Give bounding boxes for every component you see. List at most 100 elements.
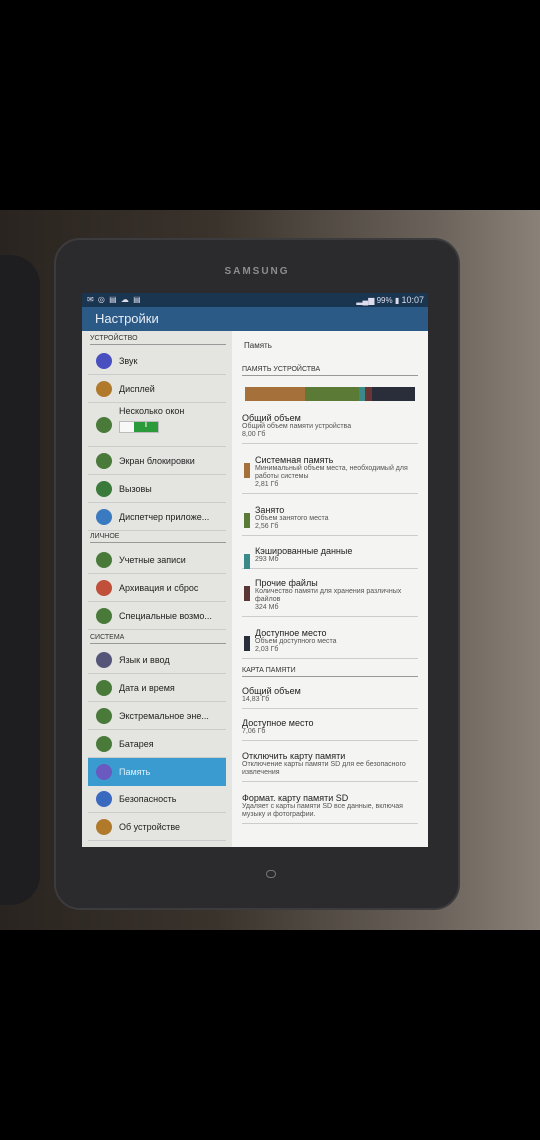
storage-item[interactable]: Занято Объем занятого места 2,56 Гб <box>242 505 418 536</box>
usage-segment-system <box>245 387 305 401</box>
item-description: Объем доступного места <box>255 638 337 645</box>
sidebar-item-label: Несколько окон <box>119 406 185 416</box>
sidebar-item-label: Язык и ввод <box>119 655 170 665</box>
volume-icon <box>96 353 112 369</box>
sidebar-section-header: ЛИЧНОЕ <box>90 533 226 543</box>
sidebar-item[interactable]: Память <box>88 758 226 786</box>
item-description: Минимальный объем места, необходимый для… <box>255 465 408 480</box>
storage-item[interactable]: Прочие файлы Количество памяти для хранен… <box>242 578 418 617</box>
sidebar-item[interactable]: Диспетчер приложе... <box>88 503 226 531</box>
signal-icon: ▂▄▆ <box>356 296 377 305</box>
multi-window-icon <box>96 417 112 433</box>
battery-icon <box>96 736 112 752</box>
sidebar-item[interactable]: Вызовы <box>88 475 226 503</box>
storage-item[interactable]: Отключить карту памяти Отключение карты п… <box>242 751 418 782</box>
storage-item[interactable]: Доступное место Объем доступного места 2,0… <box>242 628 418 659</box>
power-saving-icon <box>96 708 112 724</box>
sidebar-item[interactable]: Экран блокировки <box>88 447 226 475</box>
item-value: 2,81 Гб <box>255 481 279 488</box>
multi-window-toggle[interactable]: I <box>119 421 159 433</box>
sidebar-item[interactable]: Учетные записи <box>88 546 226 574</box>
sidebar-item-label: Экстремальное эне... <box>119 711 209 721</box>
color-swatch <box>244 463 250 478</box>
sidebar-item-label: Безопасность <box>119 794 177 804</box>
color-swatch <box>244 554 250 569</box>
apps-icon <box>96 509 112 525</box>
item-value: 324 Мб <box>255 604 279 611</box>
sidebar-item[interactable]: Специальные возмо... <box>88 602 226 630</box>
sd-card-header: КАРТА ПАМЯТИ <box>242 667 418 677</box>
sidebar-item-label: Об устройстве <box>119 822 181 832</box>
info-icon <box>96 819 112 835</box>
notification-icons: ✉ ◎ ▤ ☁ ▤ <box>87 295 142 304</box>
item-value: 14,83 Гб <box>242 696 270 703</box>
usage-segment-available <box>371 387 415 401</box>
screen: ✉ ◎ ▤ ☁ ▤ ▂▄▆ 99% ▮ 10:07 Настройки УСТР… <box>82 293 428 847</box>
tablet-cover <box>0 255 40 905</box>
key-icon <box>96 552 112 568</box>
item-value: 2,56 Гб <box>255 523 279 530</box>
sidebar-item[interactable]: Звук <box>88 347 226 375</box>
sidebar-item[interactable]: Об устройстве <box>88 813 226 841</box>
sidebar-section-header: УСТРОЙСТВО <box>90 335 226 345</box>
item-value: 2,03 Гб <box>255 646 279 653</box>
item-title: Общий объем <box>242 413 301 423</box>
phone-icon <box>96 481 112 497</box>
sidebar-item[interactable]: Дата и время <box>88 674 226 702</box>
storage-item[interactable]: Формат. карту памяти SD Удаляет с карты п… <box>242 793 418 824</box>
item-title: Формат. карту памяти SD <box>242 793 349 803</box>
toggle-knob: I <box>134 422 158 432</box>
calendar-icon <box>96 680 112 696</box>
sidebar-item-label: Дисплей <box>119 384 155 394</box>
battery-level: 99% <box>376 296 393 305</box>
item-description: Отключение карты памяти SD для ее безопа… <box>242 761 406 776</box>
accessibility-icon <box>96 608 112 624</box>
sidebar-item[interactable]: Архивация и сброс <box>88 574 226 602</box>
storage-item[interactable]: Кэшированные данные 293 Мб <box>242 546 418 569</box>
action-bar: Настройки <box>82 307 428 331</box>
sidebar-item-label: Звук <box>119 356 138 366</box>
color-swatch <box>244 513 250 528</box>
item-description: Количество памяти для хранения различных… <box>255 588 402 603</box>
clock: 10:07 <box>401 295 424 305</box>
lock-screen-icon <box>96 453 112 469</box>
storage-item[interactable]: Доступное место 7,06 Гб <box>242 718 418 741</box>
sidebar-item[interactable]: Дисплей <box>88 375 226 403</box>
storage-item[interactable]: Общий объем 14,83 Гб <box>242 686 418 709</box>
item-value: 8,00 Гб <box>242 431 266 438</box>
sidebar: УСТРОЙСТВО Звук Дисплей Несколько окон I Экра… <box>82 331 232 847</box>
storage-panel: Память ПАМЯТЬ УСТРОЙСТВА Общий объем Общи… <box>232 331 428 847</box>
sidebar-section-header: СИСТЕМА <box>90 634 226 644</box>
sidebar-item-label: Батарея <box>119 739 154 749</box>
sidebar-item-label: Экран блокировки <box>119 456 195 466</box>
page-title: Настройки <box>95 311 159 326</box>
sidebar-item-label: Дата и время <box>119 683 175 693</box>
sidebar-item-label: Память <box>119 767 151 777</box>
item-description: Удаляет с карты памяти SD все данные, вк… <box>242 803 403 818</box>
sidebar-item[interactable]: Безопасность <box>88 785 226 813</box>
sidebar-item-label: Вызовы <box>119 484 152 494</box>
storage-usage-bar <box>245 387 415 401</box>
sidebar-item[interactable]: Экстремальное эне... <box>88 702 226 730</box>
sidebar-item-label: Диспетчер приложе... <box>119 512 210 522</box>
color-swatch <box>244 586 250 601</box>
device-storage-header: ПАМЯТЬ УСТРОЙСТВА <box>242 366 418 376</box>
storage-item[interactable]: Системная память Минимальный объем места,… <box>242 455 418 494</box>
item-description: Общий объем памяти устройства <box>242 423 352 430</box>
item-title: Общий объем <box>242 686 301 696</box>
item-title: Занято <box>255 505 285 515</box>
sidebar-item[interactable]: Несколько окон I <box>88 403 226 447</box>
panel-title: Память <box>244 341 272 350</box>
color-swatch <box>244 636 250 651</box>
storage-item[interactable]: Общий объем Общий объем памяти устройства… <box>242 413 418 444</box>
item-title: Отключить карту памяти <box>242 751 346 761</box>
status-bar: ✉ ◎ ▤ ☁ ▤ ▂▄▆ 99% ▮ 10:07 <box>82 293 428 307</box>
backup-icon <box>96 580 112 596</box>
storage-icon <box>96 764 112 780</box>
sidebar-item-label: Специальные возмо... <box>119 611 212 621</box>
home-button[interactable] <box>266 870 276 878</box>
item-value: 7,06 Гб <box>242 728 266 735</box>
sidebar-item[interactable]: Батарея <box>88 730 226 758</box>
sidebar-item[interactable]: Язык и ввод <box>88 646 226 674</box>
usage-segment-used <box>304 387 359 401</box>
